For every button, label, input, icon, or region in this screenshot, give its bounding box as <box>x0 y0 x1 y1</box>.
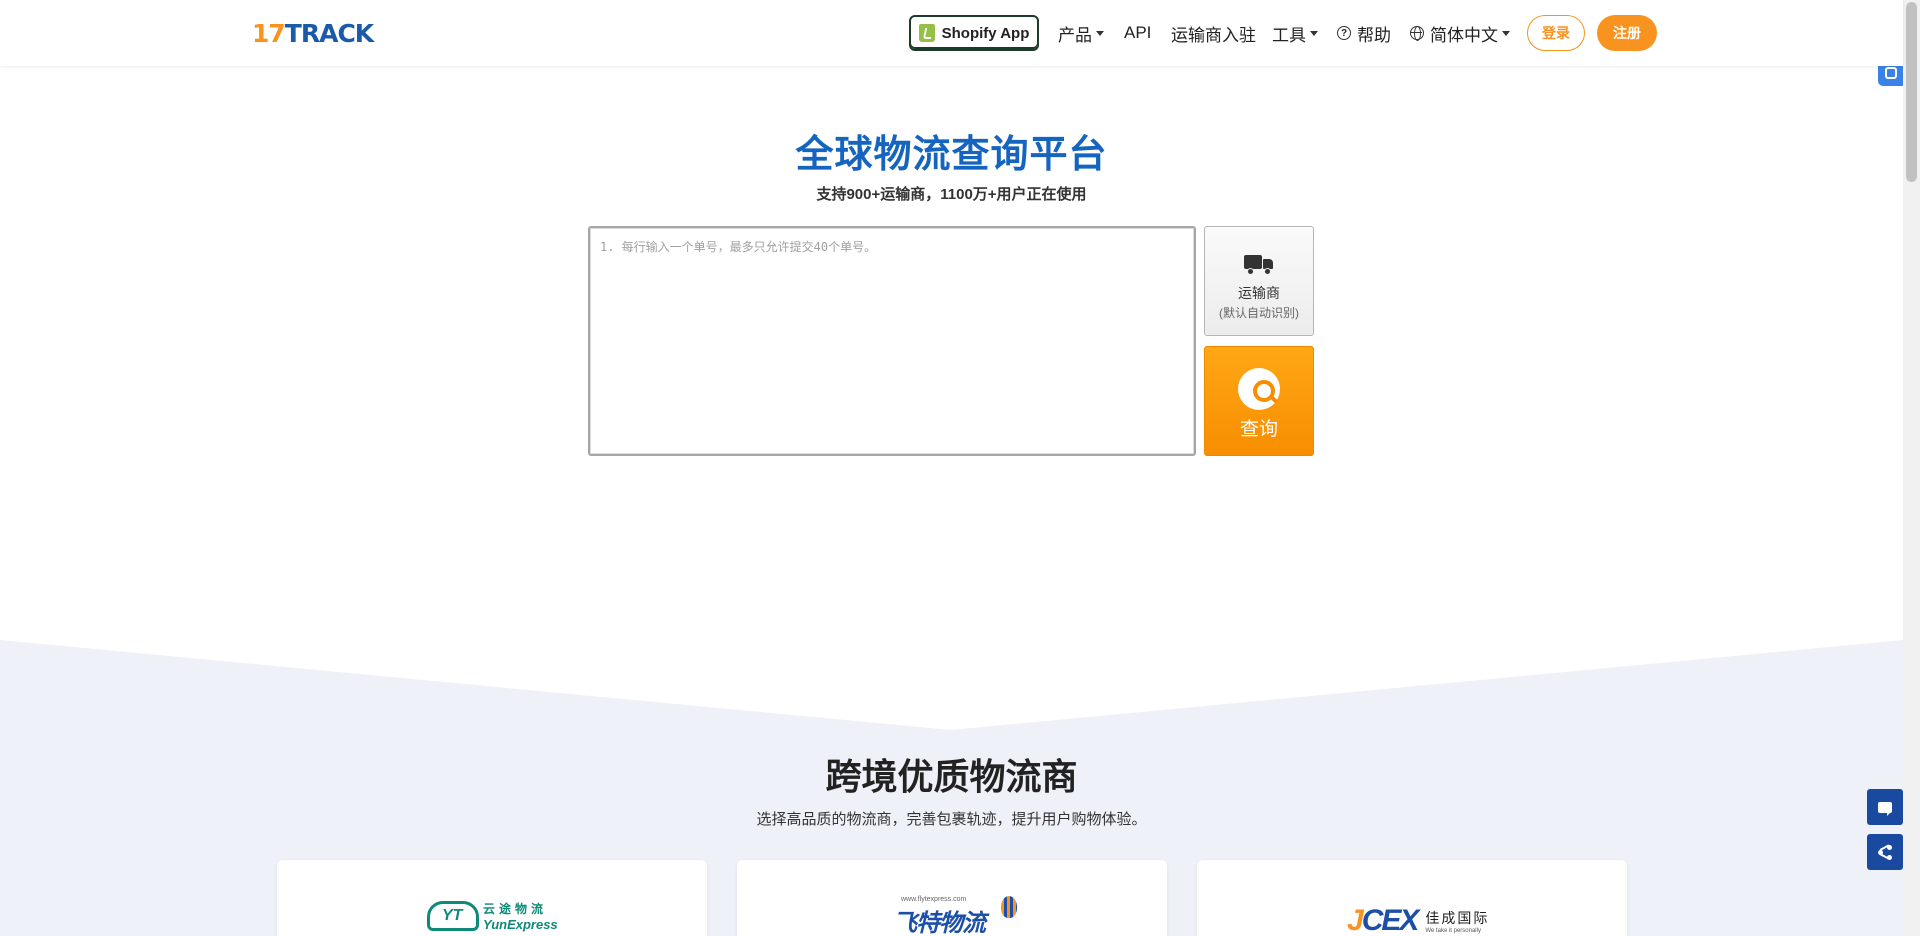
query-button[interactable]: 查询 <box>1204 346 1314 456</box>
nav-products[interactable]: 产品 <box>1058 15 1104 51</box>
search-icon <box>1238 367 1280 410</box>
nav-products-label: 产品 <box>1058 25 1092 45</box>
flyt-cn-name: 飞特物流 <box>893 910 986 936</box>
nav-language-label: 简体中文 <box>1430 25 1498 45</box>
yunexpress-cloud-icon <box>427 901 479 931</box>
shopify-icon <box>918 24 935 42</box>
nav-language[interactable]: 简体中文 <box>1410 15 1510 51</box>
nav-help[interactable]: ? 帮助 <box>1337 15 1391 51</box>
partner-card-yunexpress[interactable]: 云途物流 YunExpress <box>277 860 707 936</box>
page-scrollbar[interactable] <box>1903 0 1920 936</box>
nav-carrier-join[interactable]: 运输商入驻 <box>1171 15 1256 51</box>
jcex-brand: JCEX <box>1347 904 1419 936</box>
jcex-logo: JCEX 佳成国际 We take it personally <box>1347 904 1489 936</box>
nav-tools[interactable]: 工具 <box>1272 15 1318 51</box>
help-icon: ? <box>1337 26 1351 40</box>
logo[interactable]: 17 TRACK <box>252 18 374 48</box>
share-button[interactable] <box>1867 834 1903 870</box>
tracking-number-input[interactable] <box>588 226 1196 456</box>
logo-text: TRACK <box>284 18 374 48</box>
login-button[interactable]: 登录 <box>1527 15 1585 51</box>
nav-carrier-join-label: 运输商入驻 <box>1171 25 1256 45</box>
top-header: 17 TRACK Shopify App 产品 API 运输商入驻 工具 ? 帮… <box>0 0 1903 66</box>
scrollbar-thumb[interactable] <box>1906 2 1917 182</box>
yunexpress-logo: 云途物流 YunExpress <box>427 900 558 932</box>
chat-button[interactable] <box>1867 789 1903 825</box>
truck-icon <box>1244 255 1274 275</box>
caret-down-icon <box>1310 31 1318 36</box>
caret-down-icon <box>1096 31 1104 36</box>
partner-card-jcex[interactable]: JCEX 佳成国际 We take it personally <box>1197 860 1627 936</box>
translate-icon <box>1884 67 1897 79</box>
section-divider <box>0 600 1903 730</box>
globe-icon <box>1410 26 1424 41</box>
register-button[interactable]: 注册 <box>1597 15 1657 51</box>
jcex-tagline: We take it personally <box>1425 928 1481 934</box>
hero-subtitle: 支持900+运输商，1100万+用户正在使用 <box>816 186 1087 203</box>
caret-down-icon <box>1502 31 1510 36</box>
nav-tools-label: 工具 <box>1272 25 1306 45</box>
yunexpress-en-name: YunExpress <box>483 917 558 932</box>
balloon-icon <box>1001 896 1017 918</box>
partners-title: 跨境优质物流商 <box>825 756 1078 797</box>
carrier-label: 运输商 <box>1238 285 1280 301</box>
query-label: 查询 <box>1239 418 1278 440</box>
nav-help-label: 帮助 <box>1357 25 1391 45</box>
chat-icon <box>1878 801 1892 816</box>
flyt-logo: www.flytexpress.com 飞特物流 <box>893 896 1017 936</box>
shopify-app-button[interactable]: Shopify App <box>909 15 1039 51</box>
shopify-app-label: Shopify App <box>941 24 1030 42</box>
carrier-hint: (默认自动识别) <box>1219 306 1299 320</box>
share-icon <box>1878 844 1892 860</box>
jcex-cn-name: 佳成国际 <box>1425 910 1490 926</box>
flyt-url: www.flytexpress.com <box>901 896 967 903</box>
logo-number: 17 <box>252 18 286 48</box>
nav-api-label: API <box>1124 23 1152 42</box>
yunexpress-cn-name: 云途物流 <box>483 902 548 916</box>
hero-title: 全球物流查询平台 <box>795 134 1108 176</box>
partner-card-flyt[interactable]: www.flytexpress.com 飞特物流 <box>737 860 1167 936</box>
partners-subtitle: 选择高品质的物流商，完善包裹轨迹，提升用户购物体验。 <box>756 811 1147 828</box>
carrier-select-button[interactable]: 运输商 (默认自动识别) <box>1204 226 1314 336</box>
nav-api[interactable]: API <box>1124 15 1151 51</box>
